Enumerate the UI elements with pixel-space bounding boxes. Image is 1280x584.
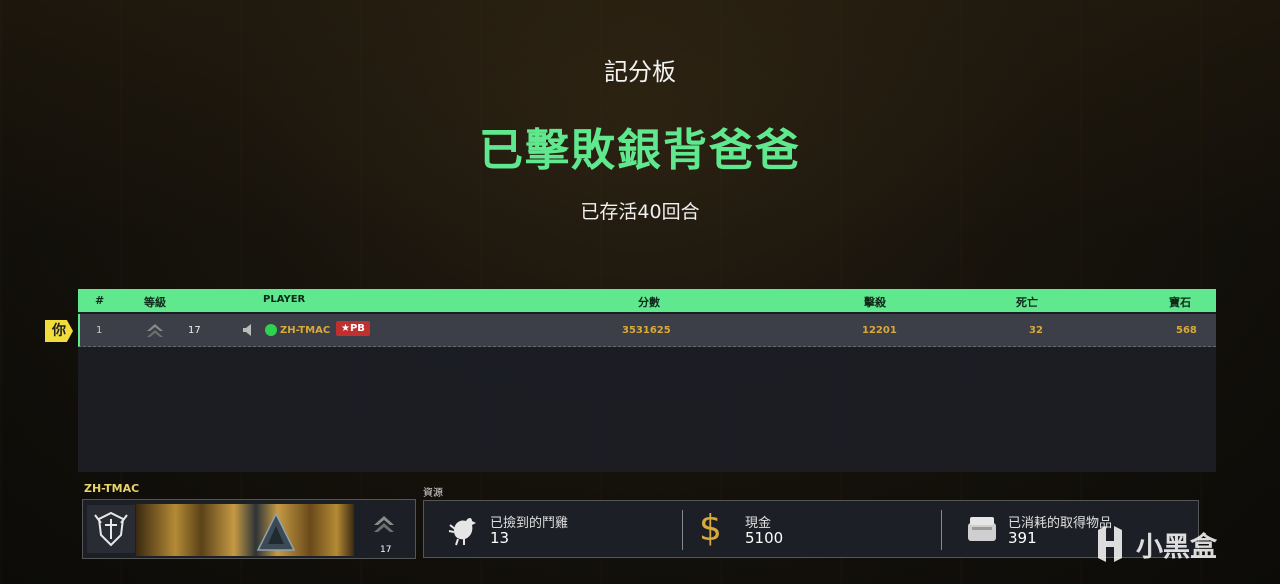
table-row[interactable]: 1 17 ZH-TMAC ★PB 3531625 12201 32 568 (78, 314, 1216, 347)
watermark: 小黑盒 (1090, 522, 1217, 566)
row-score: 3531625 (622, 325, 671, 336)
rounds-survived-text: 已存活40回合 (580, 201, 700, 223)
online-status-dot (265, 324, 277, 336)
loot-crate-icon (968, 517, 996, 541)
heybox-logo-icon (1098, 526, 1122, 562)
boss-defeated-headline: 已擊敗銀背爸爸 (479, 125, 801, 176)
col-player-header: PLAYER (263, 294, 306, 305)
scoreboard-table: # 等級 PLAYER 分數 擊殺 死亡 寶石 1 17 ZH-TMAC ★PB… (78, 289, 1216, 472)
col-gems-header: 寶石 (1169, 296, 1191, 309)
page-title: 記分板 (604, 58, 676, 86)
portrait-figure-icon (256, 512, 296, 551)
player-card-name: ZH-TMAC (84, 482, 140, 495)
you-indicator-tag: 你 (45, 320, 73, 342)
resources-label: 資源 (423, 488, 443, 499)
col-level-header: 等級 (144, 296, 166, 309)
speaker-icon[interactable] (242, 323, 256, 337)
col-score-header: 分數 (638, 296, 660, 309)
row-level: 17 (188, 325, 201, 336)
resource-roosters-value: 13 (490, 529, 510, 547)
player-emblem-icon (87, 505, 135, 553)
resource-cash-value: 5100 (745, 529, 784, 547)
personal-best-badge: ★PB (336, 321, 370, 336)
player-card-level: 17 (380, 545, 392, 555)
row-deaths: 32 (1029, 325, 1043, 336)
player-card[interactable]: 17 (82, 499, 416, 559)
row-kills: 12201 (862, 325, 897, 336)
watermark-text: 小黑盒 (1136, 531, 1217, 563)
col-kills-header: 擊殺 (864, 296, 886, 309)
resources-panel: 已撿到的鬥雞 13 $ 現金 5100 已消耗的取得物品 391 (423, 500, 1199, 558)
resource-loot-value: 391 (1008, 529, 1037, 547)
scoreboard-header: # 等級 PLAYER 分數 擊殺 死亡 寶石 (78, 289, 1216, 312)
player-portrait (136, 504, 354, 556)
row-gems: 568 (1176, 325, 1197, 336)
rooster-icon (448, 518, 476, 546)
col-rank-header: # (95, 294, 105, 307)
row-rank: 1 (96, 325, 103, 336)
dollar-icon: $ (699, 508, 722, 549)
row-player-name[interactable]: ZH-TMAC (280, 325, 330, 336)
resource-roosters: 已撿到的鬥雞 13 (424, 501, 682, 559)
rank-chevron-icon (374, 516, 394, 532)
resource-cash: $ 現金 5100 (683, 501, 941, 559)
col-deaths-header: 死亡 (1016, 296, 1038, 309)
rank-chevron-icon (147, 324, 163, 337)
